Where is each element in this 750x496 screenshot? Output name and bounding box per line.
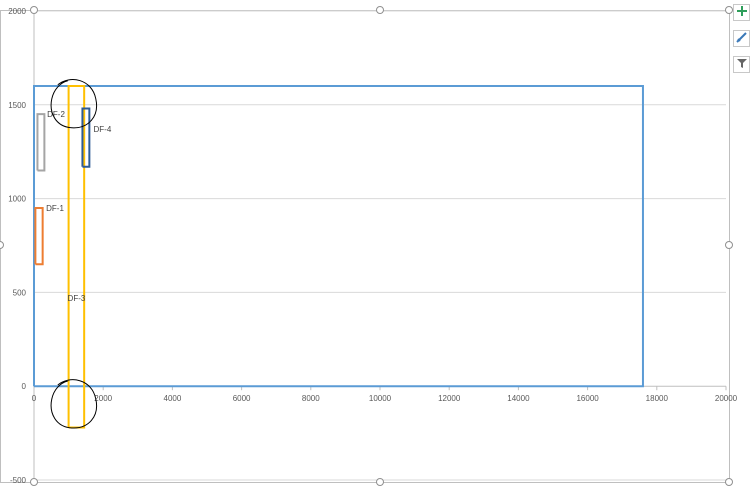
y-tick-label: 500 (13, 288, 27, 297)
x-tick-label: 18000 (646, 394, 669, 403)
x-tick-label: 4000 (164, 394, 182, 403)
resize-handle (376, 6, 384, 14)
y-tick-label: 1000 (8, 195, 26, 204)
add-chart-element-button[interactable] (733, 4, 750, 21)
x-tick-label: 14000 (507, 394, 530, 403)
y-tick-label: -500 (10, 476, 27, 485)
y-tick-label: 0 (22, 382, 27, 391)
chart-styles-button[interactable] (733, 30, 750, 47)
chart-filters-button[interactable] (733, 56, 750, 73)
x-tick-label: 10000 (369, 394, 392, 403)
x-tick-label: 0 (32, 394, 37, 403)
filter-icon (736, 56, 748, 74)
resize-handle (0, 241, 4, 249)
resize-handle (725, 241, 733, 249)
resize-handle (725, 6, 733, 14)
brush-icon (735, 30, 748, 48)
data-label: DF-3 (68, 294, 86, 303)
x-tick-label: 6000 (233, 394, 251, 403)
data-label: DF-1 (46, 204, 64, 213)
y-tick-label: 1500 (8, 101, 26, 110)
chart-area[interactable]: -500 0 500 1000 1500 2000 0 2000 4000 6000 8000 100… (0, 0, 750, 491)
resize-handle (376, 478, 384, 486)
data-label: DF-2 (47, 110, 65, 119)
chart-canvas: -50005001000150020000 2000 4000 6000 8000 100… (0, 6, 738, 486)
x-tick-label: 12000 (438, 394, 461, 403)
resize-handle (30, 6, 38, 14)
series-line (36, 113, 46, 172)
series-line (33, 85, 644, 388)
plus-icon (736, 4, 748, 22)
resize-handle (725, 478, 733, 486)
x-tick-label: 2000 (94, 394, 112, 403)
resize-handle (30, 478, 38, 486)
chart-border (0, 10, 730, 483)
data-label: DF-4 (94, 125, 112, 134)
x-tick-label: 20000 (715, 394, 738, 403)
x-tick-label: 16000 (576, 394, 599, 403)
series-line (34, 206, 44, 266)
x-tick-label: 8000 (302, 394, 320, 403)
y-tick-label: 2000 (8, 7, 26, 16)
